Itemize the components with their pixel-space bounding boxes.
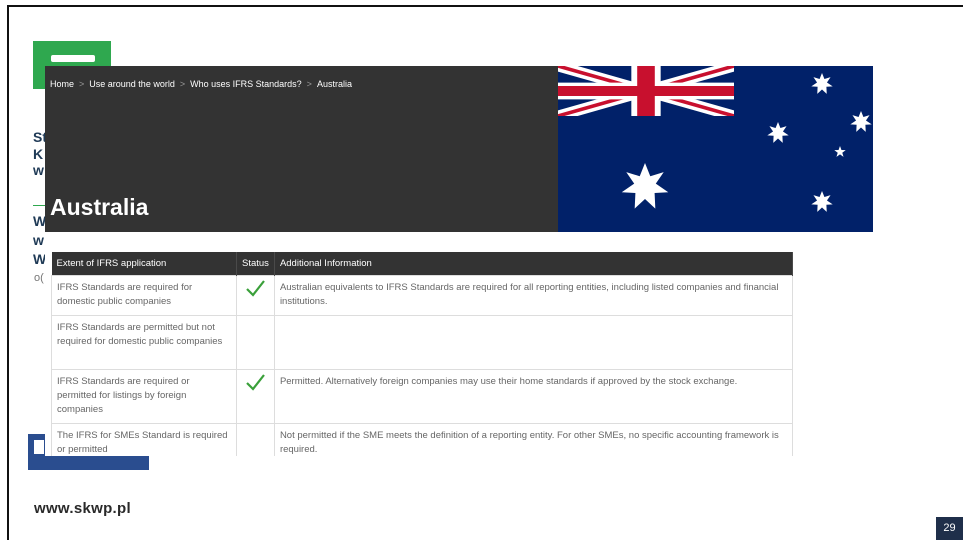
info-cell — [273, 315, 794, 370]
australia-flag-image — [558, 66, 873, 232]
table-row: The IFRS for SMEs Standard is required o… — [51, 423, 794, 456]
info-cell: Not permitted if the SME meets the defin… — [273, 423, 794, 456]
table-header-row: Extent of IFRS application Status Additi… — [51, 252, 794, 276]
extent-cell: IFRS Standards are required for domestic… — [51, 275, 237, 316]
breadcrumb-who-uses[interactable]: Who uses IFRS Standards? — [190, 79, 302, 89]
breadcrumb: Home > Use around the world > Who uses IFRS … — [50, 79, 352, 89]
site-url[interactable]: www.skwp.pl — [34, 500, 131, 517]
extent-cell: IFRS Standards are permitted but not req… — [51, 315, 237, 370]
extent-cell: The IFRS for SMEs Standard is required o… — [51, 423, 237, 456]
side-text-fragment: K — [33, 146, 44, 162]
info-cell: Permitted. Alternatively foreign compani… — [273, 369, 794, 424]
hero-banner: Home > Use around the world > Who uses IFRS … — [45, 66, 558, 232]
chevron-right-icon: > — [179, 79, 186, 89]
chevron-right-icon: > — [79, 79, 85, 89]
column-header-extent: Extent of IFRS application — [51, 252, 237, 276]
web-screenshot: Home > Use around the world > Who uses IFRS … — [45, 66, 873, 456]
ifrs-table: Extent of IFRS application Status Additi… — [51, 252, 794, 456]
table-row: IFRS Standards are permitted but not req… — [51, 315, 794, 370]
side-text-fragment: w — [33, 162, 44, 178]
column-header-status: Status — [236, 252, 275, 276]
chevron-right-icon: > — [306, 79, 312, 89]
status-cell — [236, 275, 275, 316]
side-text-fragment: o( — [34, 272, 44, 284]
table-row: IFRS Standards are required for domestic… — [51, 275, 794, 316]
page-title: Australia — [50, 194, 149, 220]
checkmark-icon — [246, 280, 266, 297]
breadcrumb-home[interactable]: Home — [50, 79, 74, 89]
breadcrumb-current: Australia — [316, 79, 352, 89]
side-text-fragment: w — [33, 232, 44, 248]
column-header-info: Additional Information — [274, 252, 794, 276]
breadcrumb-use-around-world[interactable]: Use around the world — [89, 79, 175, 89]
extent-cell: IFRS Standards are required or permitted… — [51, 369, 237, 424]
info-cell: Australian equivalents to IFRS Standards… — [273, 275, 794, 316]
status-cell — [236, 315, 275, 370]
table-row: IFRS Standards are required or permitted… — [51, 369, 794, 424]
page-number: 29 — [936, 517, 963, 540]
status-cell — [236, 423, 275, 456]
checkmark-icon — [246, 374, 266, 391]
status-cell — [236, 369, 275, 424]
